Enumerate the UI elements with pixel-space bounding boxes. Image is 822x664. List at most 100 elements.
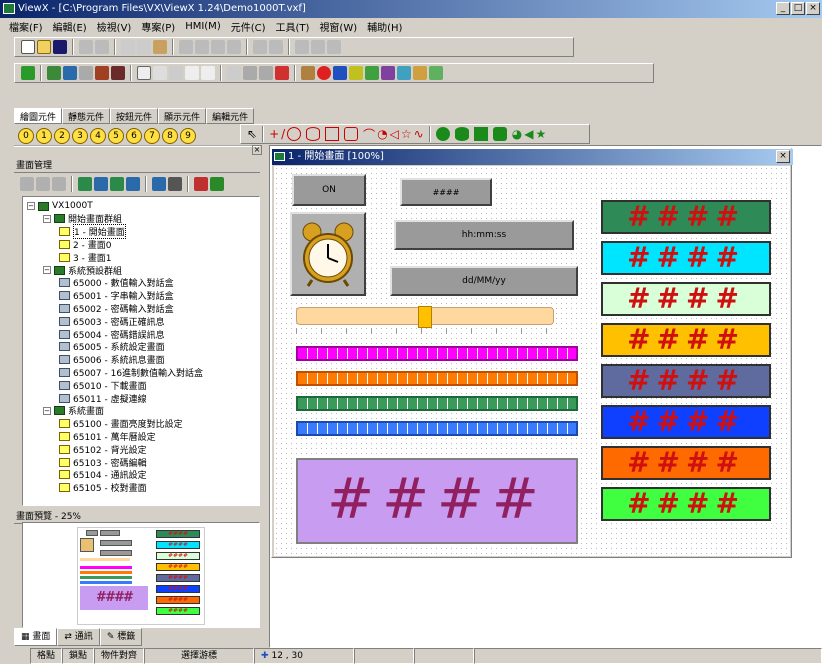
star-icon[interactable]: ☆ [401, 127, 412, 141]
tree-item[interactable]: 2 - 畫面0 [59, 238, 111, 251]
new-file-icon[interactable] [21, 40, 35, 54]
align-top-icon[interactable] [211, 40, 225, 54]
macro-icon[interactable] [397, 66, 411, 80]
delete-group-icon[interactable] [36, 177, 50, 191]
rounded-rect-icon[interactable] [344, 127, 359, 141]
cut-icon[interactable] [121, 40, 135, 54]
polygon-icon[interactable]: ◁ [390, 127, 399, 141]
properties-icon[interactable] [153, 66, 167, 80]
screen-icon[interactable] [137, 66, 151, 80]
open-folder-icon[interactable] [37, 40, 51, 54]
paste-screen-icon[interactable] [110, 177, 124, 191]
rectangle-icon[interactable] [325, 127, 340, 141]
tree-item[interactable]: 65007 - 16進制數值輸入對話盒 [59, 366, 203, 379]
compile-icon[interactable] [79, 66, 93, 80]
menu-file[interactable]: 檔案(F) [4, 19, 48, 34]
zoom-in-icon[interactable] [185, 66, 199, 80]
export-icon[interactable] [168, 177, 182, 191]
tab-static[interactable]: 靜態元件 [62, 108, 111, 124]
tree-item[interactable]: 1 - 開始畫面 [59, 224, 126, 240]
tree-item[interactable]: − 開始畫面群組 [43, 213, 122, 225]
slider-track[interactable] [296, 306, 554, 328]
numeric-display-panel[interactable]: #### [601, 282, 771, 316]
close-button[interactable]: × [806, 2, 820, 15]
time-display[interactable]: hh:mm:ss [394, 220, 574, 250]
align-bottom-icon[interactable] [227, 40, 241, 54]
date-display[interactable]: dd/MM/yy [390, 266, 578, 296]
layer-button-5[interactable]: 5 [108, 128, 124, 144]
tree-item[interactable]: − VX1000T [27, 200, 93, 212]
keypad-icon[interactable] [301, 66, 315, 80]
filled-polygon-icon[interactable]: ◀ [524, 127, 533, 141]
numeric-display-panel[interactable]: #### [601, 405, 771, 439]
status-align[interactable]: 物件對齊 [94, 648, 145, 664]
ungroup-icon[interactable] [311, 40, 325, 54]
picture-icon[interactable] [413, 66, 427, 80]
filled-star-icon[interactable]: ★ [535, 127, 546, 141]
expand-toggle-icon[interactable]: − [43, 266, 51, 274]
menu-view[interactable]: 檢視(V) [92, 19, 137, 34]
tree-item[interactable]: 65005 - 系統設定畫面 [59, 341, 165, 353]
tree-item[interactable]: 65011 - 虛擬連線 [59, 392, 147, 405]
tab-drawing[interactable]: 繪圖元件 [14, 108, 63, 124]
tree-item[interactable]: 65102 - 背光設定 [59, 443, 147, 456]
tree-item[interactable]: 65100 - 畫面亮度對比設定 [59, 418, 183, 430]
cross-icon[interactable]: + [269, 127, 279, 141]
paint-icon[interactable] [259, 66, 273, 80]
add-group-icon[interactable] [20, 177, 34, 191]
import-icon[interactable] [194, 177, 208, 191]
distribute-icon[interactable] [253, 40, 267, 54]
same-size-icon[interactable] [269, 40, 283, 54]
bar-graph[interactable] [296, 346, 578, 361]
bar-graph[interactable] [296, 396, 578, 411]
polyline-icon[interactable]: ∿ [414, 127, 424, 141]
delete-screen-icon[interactable] [126, 177, 140, 191]
tab-display[interactable]: 顯示元件 [158, 108, 207, 124]
numeric-display-panel[interactable]: #### [601, 364, 771, 398]
tab-screens[interactable]: ▦ 畫面 [14, 628, 58, 646]
layer-button-1[interactable]: 1 [36, 128, 52, 144]
tree-item[interactable]: − 系統預設群組 [43, 264, 122, 277]
arc-icon[interactable]: ⌒ [363, 126, 375, 143]
object-list-icon[interactable] [227, 66, 241, 80]
menu-hmi[interactable]: HMI(M) [180, 21, 226, 32]
tree-item[interactable]: 65105 - 校對畫面 [59, 482, 147, 494]
recipe-icon[interactable] [381, 66, 395, 80]
menu-edit[interactable]: 編輯(E) [48, 19, 92, 34]
expand-toggle-icon[interactable]: − [27, 202, 35, 210]
numeric-display[interactable]: #### [400, 178, 492, 206]
slider-thumb[interactable] [418, 306, 432, 328]
menu-tools[interactable]: 工具(T) [271, 19, 315, 34]
group-icon[interactable] [295, 40, 309, 54]
zoom-out-icon[interactable] [201, 66, 215, 80]
layer-button-3[interactable]: 3 [72, 128, 88, 144]
trend-icon[interactable] [349, 66, 363, 80]
undo-icon[interactable] [79, 40, 93, 54]
menu-component[interactable]: 元件(C) [226, 19, 271, 34]
panel-close-icon[interactable]: × [252, 145, 262, 155]
layer-button-0[interactable]: 0 [18, 128, 34, 144]
refresh-icon[interactable] [210, 177, 224, 191]
large-text-display[interactable]: #### [296, 458, 578, 544]
filled-ellipse-icon[interactable] [454, 127, 469, 141]
tree-item[interactable]: 65101 - 萬年曆設定 [59, 430, 156, 443]
numeric-display-panel[interactable]: #### [601, 323, 771, 357]
layer-button-7[interactable]: 7 [144, 128, 160, 144]
pointer-icon[interactable]: ⇖ [247, 127, 257, 141]
upload-icon[interactable] [63, 66, 77, 80]
tab-tags[interactable]: ✎ 標籤 [99, 628, 143, 646]
bar-graph[interactable] [296, 421, 578, 436]
expand-toggle-icon[interactable]: − [43, 214, 51, 223]
layout-icon[interactable] [169, 66, 183, 80]
line-icon[interactable]: / [281, 127, 285, 141]
filled-rounded-rect-icon[interactable] [492, 127, 507, 141]
maximize-button[interactable]: □ [791, 2, 805, 15]
grid-icon[interactable] [21, 66, 35, 80]
layer-button-6[interactable]: 6 [126, 128, 142, 144]
tree-item[interactable]: 65001 - 字串輸入對話盒 [59, 290, 174, 302]
screen-properties-icon[interactable] [152, 177, 166, 191]
layer-button-9[interactable]: 9 [180, 128, 196, 144]
chart-icon[interactable] [365, 66, 379, 80]
alarm-clock-image[interactable] [290, 212, 366, 296]
menu-window[interactable]: 視窗(W) [314, 19, 362, 34]
